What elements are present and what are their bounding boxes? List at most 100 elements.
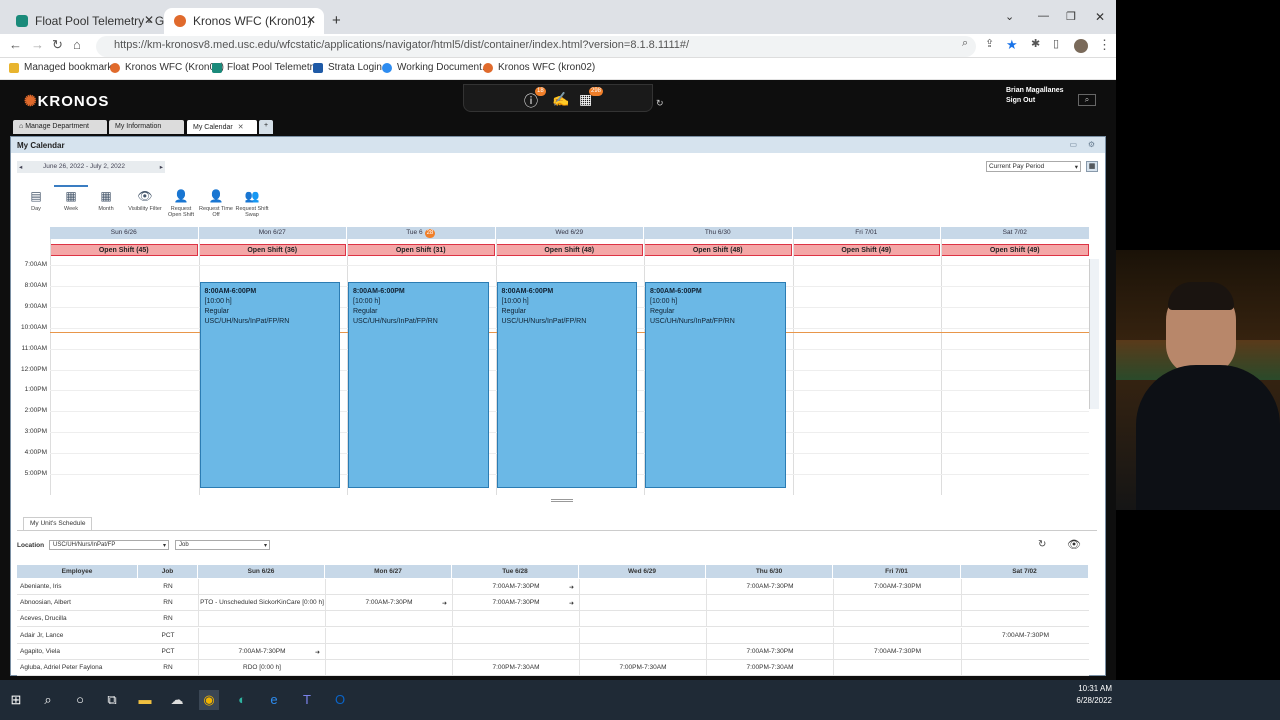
file-explorer-icon[interactable]: ▬ (135, 690, 155, 710)
browser-tab-kronos[interactable]: Kronos WFC (Kron01) ✕ (164, 8, 324, 34)
schedule-cell[interactable]: 7:00AM-7:30PM (452, 579, 579, 595)
chrome-icon[interactable]: ◉ (199, 690, 219, 710)
schedule-cell[interactable]: 7:00AM-7:30PM (706, 579, 833, 595)
schedule-cell[interactable] (961, 611, 1089, 628)
column-header[interactable]: Tue 6/28 (452, 565, 578, 578)
app-icon[interactable]: ☁ (167, 690, 187, 710)
schedule-cell[interactable] (452, 611, 579, 628)
sidebar-icon[interactable]: ▯ (1053, 37, 1059, 50)
tab-my-information[interactable]: My Information (109, 120, 184, 134)
close-window-icon[interactable]: ✕ (1095, 10, 1105, 24)
resize-handle[interactable] (551, 499, 573, 502)
day-header[interactable]: Wed 6/29 (495, 227, 643, 239)
refresh-icon[interactable]: ↻ (656, 98, 664, 109)
open-shift-badge[interactable]: Open Shift (48) (495, 244, 643, 256)
outlook-icon[interactable]: O (330, 690, 350, 710)
home-icon[interactable]: ⌂ (73, 37, 81, 52)
bookmark-item[interactable]: Working Document... (382, 62, 490, 73)
column-header[interactable]: Mon 6/27 (325, 565, 451, 578)
table-row[interactable]: Adair Jr, Lance PCT 7:00AM-7:30PM (17, 627, 1089, 644)
date-range-navigator[interactable]: ◂ June 26, 2022 - July 2, 2022 ▸ (17, 161, 165, 173)
schedule-cell[interactable] (325, 579, 452, 595)
bookmark-star-icon[interactable]: ★ (1006, 37, 1018, 53)
day-header[interactable]: Sun 6/26 (50, 227, 198, 239)
schedule-cell[interactable]: PTO - Unscheduled SickorKinCare [0:00 h] (198, 595, 325, 612)
new-tab-button[interactable]: + (332, 12, 341, 29)
week-view-button[interactable]: ▦ Week (54, 185, 88, 212)
calendar-scrollbar[interactable] (1089, 259, 1099, 409)
open-shift-badge[interactable]: Open Shift (49) (941, 244, 1089, 256)
visibility-filter-button[interactable]: 👁 Visibility Filter (128, 189, 162, 212)
column-header[interactable]: Job (138, 565, 197, 578)
day-header[interactable]: Mon 6/27 (198, 227, 346, 239)
schedule-cell[interactable] (833, 595, 961, 612)
browser-tab-float-pool[interactable]: Float Pool Telemetry - Guideline ✕ (6, 8, 206, 34)
schedule-cell[interactable] (579, 611, 706, 628)
schedule-cell[interactable] (325, 660, 452, 676)
schedule-cell[interactable] (961, 595, 1089, 612)
schedule-cell[interactable]: RDO [0:00 h] (198, 660, 325, 676)
bookmark-item[interactable]: Kronos WFC (kron02) (483, 62, 595, 73)
panel-layout-icon[interactable]: ▭ (1069, 140, 1077, 149)
schedule-cell[interactable]: 7:00AM-7:30PM (706, 643, 833, 660)
reload-icon[interactable]: ↻ (52, 37, 63, 53)
forward-icon[interactable]: → (31, 37, 44, 52)
schedule-cell[interactable] (452, 643, 579, 660)
close-tab-icon[interactable]: ✕ (238, 124, 244, 131)
minimize-icon[interactable]: — (1038, 10, 1049, 22)
schedule-cell[interactable] (325, 643, 452, 660)
schedule-cell[interactable] (961, 660, 1089, 676)
schedule-cell[interactable] (833, 611, 961, 628)
job-select[interactable]: Job ▾ (175, 540, 270, 550)
prev-period-icon[interactable]: ◂ (19, 163, 22, 171)
internet-explorer-icon[interactable]: e (264, 690, 284, 710)
open-shift-badge[interactable]: Open Shift (48) (644, 244, 792, 256)
close-tab-icon[interactable]: ✕ (306, 13, 316, 27)
schedule-cell[interactable] (833, 660, 961, 676)
open-shift-badge[interactable]: Open Shift (49) (792, 244, 940, 256)
table-row[interactable]: Agapito, Viela PCT 7:00AM-7:30PM ➜ 7:00AM-7:… (17, 643, 1089, 660)
next-period-icon[interactable]: ▸ (160, 163, 163, 171)
grid-view-icon[interactable]: ▦ (1086, 161, 1098, 172)
close-tab-icon[interactable]: ✕ (144, 13, 154, 27)
open-shift-badge[interactable]: Open Shift (36) (198, 244, 346, 256)
schedule-cell[interactable]: 7:00AM-7:30PM (198, 643, 325, 660)
schedule-cell[interactable] (579, 627, 706, 644)
day-header[interactable]: Fri 7/01 (792, 227, 940, 239)
bookmark-item[interactable]: Managed bookmarks (9, 62, 117, 73)
shift-block[interactable]: 8:00AM-6:00PM [10:00 h] Regular USC/UH/Nurs… (348, 281, 489, 488)
schedule-cell[interactable] (198, 611, 325, 628)
schedule-cell[interactable]: 7:00AM-7:30PM (961, 627, 1089, 644)
schedule-cell[interactable]: 7:00AM-7:30PM (452, 595, 579, 612)
schedule-cell[interactable] (325, 627, 452, 644)
table-row[interactable]: Agluba, Adriel Peter Faylona RN RDO [0:00 … (17, 660, 1089, 676)
schedule-cell[interactable] (198, 579, 325, 595)
share-icon[interactable]: ⇪ (985, 37, 994, 50)
schedule-cell[interactable]: 7:00PM-7:30AM (579, 660, 706, 676)
eye-icon[interactable]: 👁 (1067, 538, 1081, 551)
day-header[interactable]: Tue 6 28 (347, 227, 495, 239)
column-header[interactable]: Sat 7/02 (961, 565, 1088, 578)
search-icon[interactable]: ⌕ (1078, 94, 1096, 106)
month-view-button[interactable]: ▦ Month (89, 189, 123, 212)
schedule-cell[interactable] (706, 627, 833, 644)
extensions-icon[interactable]: ✱ (1031, 37, 1040, 50)
open-shift-badge[interactable]: Open Shift (45) (50, 244, 198, 256)
menu-icon[interactable]: ⋮ (1098, 37, 1111, 53)
tab-search-icon[interactable]: ⌄ (1005, 10, 1014, 23)
teams-icon[interactable]: T (297, 690, 317, 710)
open-shift-badge[interactable]: Open Shift (31) (347, 244, 495, 256)
profile-avatar[interactable] (1074, 39, 1088, 53)
back-icon[interactable]: ← (9, 37, 22, 52)
refresh-icon[interactable]: ↻ (1038, 539, 1046, 550)
bookmark-item[interactable]: Kronos WFC (Kron01) (110, 62, 224, 73)
pay-period-select[interactable]: Current Pay Period ▾ (986, 161, 1081, 172)
request-time-off-button[interactable]: 👤 Request Time Off (199, 189, 233, 218)
tab-my-units-schedule[interactable]: My Unit's Schedule (23, 517, 93, 530)
approvals-icon[interactable]: ✍ (552, 91, 569, 108)
request-shift-swap-button[interactable]: 👥 Request Shift Swap (235, 189, 269, 218)
shift-block[interactable]: 8:00AM-6:00PM [10:00 h] Regular USC/UH/Nurs… (645, 281, 786, 488)
edge-icon[interactable]: ◐ (232, 690, 252, 710)
bookmark-item[interactable]: Strata Login (313, 62, 382, 73)
windows-start-icon[interactable]: ⊞ (6, 690, 26, 710)
